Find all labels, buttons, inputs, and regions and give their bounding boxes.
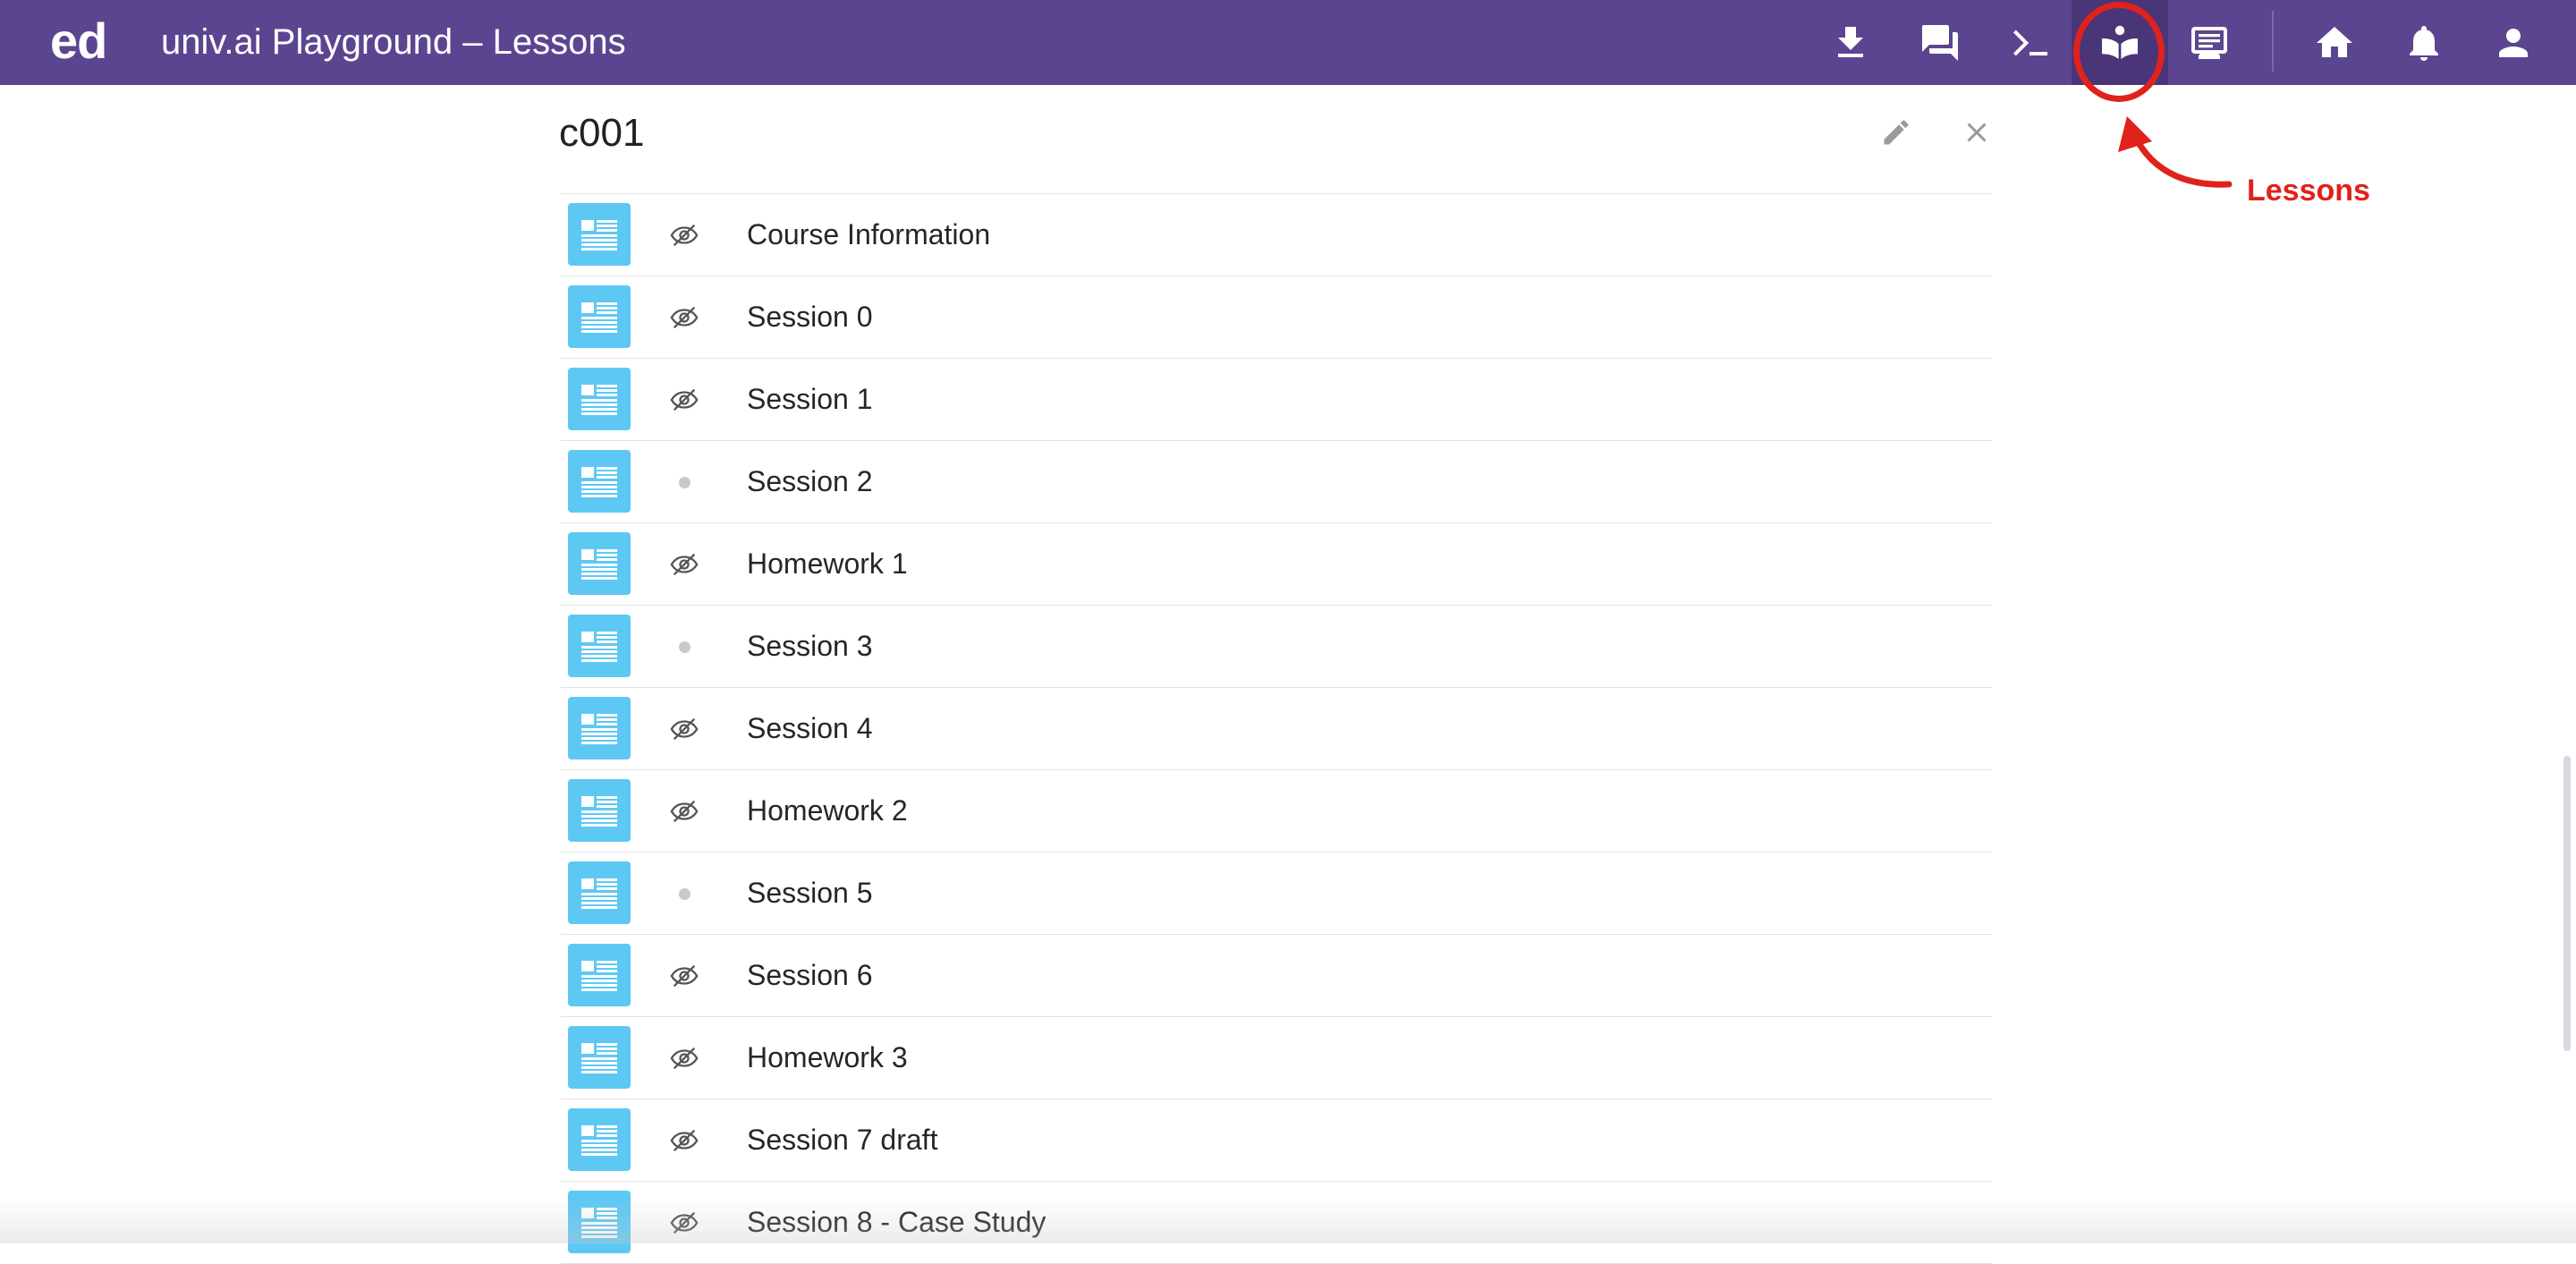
eye-hidden-icon[interactable] bbox=[668, 219, 700, 251]
lesson-row[interactable]: Homework 3 bbox=[561, 1017, 1992, 1099]
document-icon bbox=[568, 450, 631, 513]
lesson-row[interactable]: Session 6 bbox=[561, 935, 1992, 1017]
terminal-icon[interactable] bbox=[2001, 14, 2058, 72]
lesson-list: Course Information Session 0 Session 1 Sess… bbox=[561, 193, 1992, 1264]
lesson-row[interactable]: Homework 1 bbox=[561, 523, 1992, 606]
document-icon bbox=[568, 532, 631, 595]
home-icon[interactable] bbox=[2306, 14, 2363, 72]
lesson-row[interactable]: Course Information bbox=[561, 194, 1992, 276]
close-icon[interactable] bbox=[1953, 109, 2000, 156]
visible-dot-icon[interactable] bbox=[668, 631, 700, 663]
lesson-row[interactable]: Session 5 bbox=[561, 853, 1992, 935]
callout-label: Lessons bbox=[2247, 174, 2370, 208]
document-icon bbox=[568, 1191, 631, 1253]
eye-hidden-icon[interactable] bbox=[668, 1042, 700, 1074]
toolbar-divider bbox=[2272, 11, 2274, 72]
lesson-row[interactable]: Session 0 bbox=[561, 276, 1992, 359]
document-icon bbox=[568, 697, 631, 759]
document-icon bbox=[568, 368, 631, 430]
eye-hidden-icon[interactable] bbox=[668, 713, 700, 745]
scrollbar[interactable] bbox=[2555, 85, 2576, 1243]
lesson-title: Session 5 bbox=[747, 877, 873, 909]
document-icon bbox=[568, 944, 631, 1006]
document-icon bbox=[568, 1026, 631, 1089]
lesson-title: Homework 3 bbox=[747, 1041, 908, 1073]
status-dot bbox=[678, 887, 691, 900]
eye-hidden-icon[interactable] bbox=[668, 1207, 700, 1239]
pencil-icon[interactable] bbox=[1873, 109, 1919, 156]
top-bar: ed univ.ai Playground – Lessons bbox=[0, 0, 2576, 85]
lesson-title: Homework 1 bbox=[747, 547, 908, 580]
visible-dot-icon[interactable] bbox=[668, 466, 700, 498]
document-icon bbox=[568, 285, 631, 348]
lesson-title: Session 4 bbox=[747, 712, 873, 744]
lesson-title: Session 0 bbox=[747, 301, 873, 333]
lesson-row[interactable]: Session 4 bbox=[561, 688, 1992, 770]
eye-hidden-icon[interactable] bbox=[668, 301, 700, 334]
status-dot bbox=[678, 640, 691, 653]
lesson-title: Session 2 bbox=[747, 465, 873, 497]
account-icon[interactable] bbox=[2485, 14, 2542, 72]
lesson-row[interactable]: Session 3 bbox=[561, 606, 1992, 688]
lesson-row[interactable]: Session 1 bbox=[561, 359, 1992, 441]
lesson-row[interactable]: Session 7 draft bbox=[561, 1099, 1992, 1182]
lesson-row[interactable]: Homework 2 bbox=[561, 770, 1992, 853]
document-icon bbox=[568, 861, 631, 924]
eye-hidden-icon[interactable] bbox=[668, 795, 700, 827]
lesson-title: Session 1 bbox=[747, 383, 873, 415]
lessons-icon[interactable] bbox=[2091, 14, 2148, 72]
lesson-title: Session 6 bbox=[747, 959, 873, 991]
lesson-title: Session 7 draft bbox=[747, 1124, 938, 1156]
eye-hidden-icon[interactable] bbox=[668, 960, 700, 992]
lesson-title: Session 3 bbox=[747, 630, 873, 662]
page-title: univ.ai Playground – Lessons bbox=[161, 22, 626, 62]
document-icon bbox=[568, 615, 631, 677]
callout-arrow-icon bbox=[2118, 116, 2233, 188]
lesson-row[interactable]: Session 8 - Case Study bbox=[561, 1182, 1992, 1264]
eye-hidden-icon[interactable] bbox=[668, 548, 700, 581]
lesson-row[interactable]: Session 2 bbox=[561, 441, 1992, 523]
scrollbar-thumb[interactable] bbox=[2563, 756, 2571, 1051]
slides-icon[interactable] bbox=[2181, 14, 2238, 72]
lesson-title: Session 8 - Case Study bbox=[747, 1206, 1046, 1238]
status-dot bbox=[678, 476, 691, 488]
eye-hidden-icon[interactable] bbox=[668, 1124, 700, 1157]
app-logo[interactable]: ed bbox=[50, 13, 107, 70]
lesson-title: Homework 2 bbox=[747, 794, 908, 827]
document-icon bbox=[568, 779, 631, 842]
document-icon bbox=[568, 203, 631, 266]
visible-dot-icon[interactable] bbox=[668, 878, 700, 910]
course-title: c001 bbox=[559, 111, 645, 155]
discussion-icon[interactable] bbox=[1911, 14, 1969, 72]
document-icon bbox=[568, 1108, 631, 1171]
download-icon[interactable] bbox=[1822, 14, 1879, 72]
notifications-icon[interactable] bbox=[2395, 14, 2453, 72]
lesson-title: Course Information bbox=[747, 218, 991, 250]
eye-hidden-icon[interactable] bbox=[668, 384, 700, 416]
